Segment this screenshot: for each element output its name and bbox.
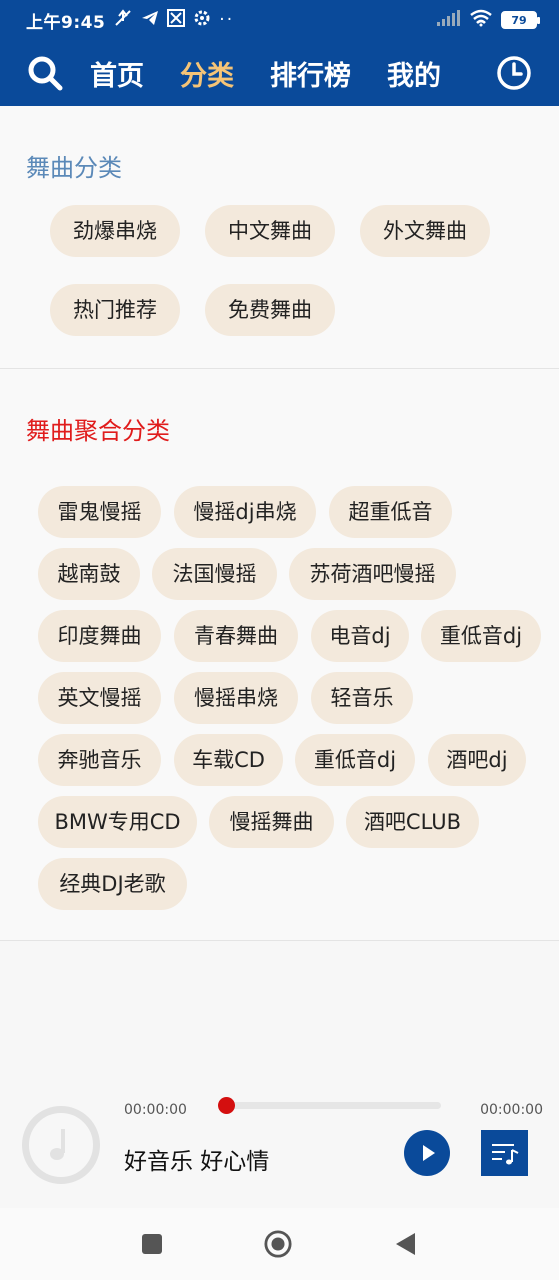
category-chip[interactable]: 劲爆串烧 xyxy=(50,205,180,257)
home-button[interactable] xyxy=(264,1230,292,1258)
wifi-icon xyxy=(469,9,493,32)
song-title: 好音乐 好心情 xyxy=(124,1149,270,1175)
progress-bar[interactable] xyxy=(218,1097,441,1114)
total-time: 00:00:00 xyxy=(480,1102,543,1118)
system-nav-bar xyxy=(0,1208,559,1280)
playlist-icon xyxy=(491,1144,518,1165)
category-chip[interactable]: 免费舞曲 xyxy=(205,284,335,336)
status-bar: 上午9:45 ·· 79 xyxy=(0,0,559,40)
aggregate-category-section: 舞曲聚合分类 雷鬼慢摇 慢摇dj串烧 超重低音 越南鼓 法国慢摇 苏荷酒吧慢摇 … xyxy=(0,369,559,941)
category-chip[interactable]: 轻音乐 xyxy=(311,672,413,724)
play-icon xyxy=(423,1145,435,1161)
category-chip[interactable]: 热门推荐 xyxy=(50,284,180,336)
mini-player: 00:00:00 00:00:00 好音乐 好心情 xyxy=(0,1092,559,1208)
category-chip[interactable]: 法国慢摇 xyxy=(152,548,277,600)
category-chip[interactable]: 印度舞曲 xyxy=(38,610,161,662)
tab-mine[interactable]: 我的 xyxy=(387,54,441,93)
category-chip[interactable]: 青春舞曲 xyxy=(174,610,298,662)
play-button[interactable] xyxy=(404,1130,450,1176)
more-dots-icon: ·· xyxy=(219,10,235,30)
progress-knob[interactable] xyxy=(218,1097,235,1114)
telegram-icon xyxy=(141,9,159,32)
recent-apps-button[interactable] xyxy=(138,1230,166,1258)
tab-home[interactable]: 首页 xyxy=(90,54,144,93)
app-notification-icon xyxy=(167,8,186,32)
tab-category[interactable]: 分类 xyxy=(180,54,234,93)
category-chip[interactable]: 重低音dj xyxy=(421,610,541,662)
category-chip[interactable]: 重低音dj xyxy=(295,734,415,786)
back-button[interactable] xyxy=(392,1230,420,1258)
top-nav: 首页 分类 排行榜 我的 xyxy=(0,44,559,102)
mute-icon xyxy=(113,8,133,33)
category-chip[interactable]: 电音dj xyxy=(311,610,409,662)
category-chip[interactable]: 奔驰音乐 xyxy=(38,734,161,786)
category-chip[interactable]: 苏荷酒吧慢摇 xyxy=(289,548,456,600)
app-header: 上午9:45 ·· 79 首页 分类 排行榜 我的 xyxy=(0,0,559,106)
category-chip[interactable]: BMW专用CD xyxy=(38,796,197,848)
category-chip[interactable]: 车载CD xyxy=(174,734,283,786)
category-chip[interactable]: 中文舞曲 xyxy=(205,205,335,257)
signal-icon xyxy=(437,9,461,31)
dance-category-section: 舞曲分类 劲爆串烧 中文舞曲 外文舞曲 热门推荐 免费舞曲 xyxy=(0,106,559,369)
battery-indicator: 79 xyxy=(501,11,540,29)
search-icon[interactable] xyxy=(26,54,64,92)
category-chip[interactable]: 经典DJ老歌 xyxy=(38,858,187,910)
category-chip[interactable]: 越南鼓 xyxy=(38,548,140,600)
category-chip[interactable]: 雷鬼慢摇 xyxy=(38,486,161,538)
playlist-button[interactable] xyxy=(481,1130,528,1176)
status-time: 上午9:45 xyxy=(26,12,106,33)
clock-icon[interactable] xyxy=(495,54,533,92)
category-chip[interactable]: 慢摇串烧 xyxy=(174,672,298,724)
music-note-icon[interactable] xyxy=(22,1106,100,1184)
category-chip[interactable]: 超重低音 xyxy=(329,486,452,538)
category-chip[interactable]: 英文慢摇 xyxy=(38,672,161,724)
section-title: 舞曲聚合分类 xyxy=(26,417,170,445)
category-chip[interactable]: 外文舞曲 xyxy=(360,205,490,257)
tab-ranking[interactable]: 排行榜 xyxy=(270,54,351,93)
current-time: 00:00:00 xyxy=(124,1102,187,1118)
category-chip[interactable]: 慢摇舞曲 xyxy=(209,796,334,848)
category-chip[interactable]: 酒吧CLUB xyxy=(346,796,479,848)
category-chip[interactable]: 慢摇dj串烧 xyxy=(174,486,316,538)
category-chip[interactable]: 酒吧dj xyxy=(428,734,526,786)
settings-icon xyxy=(193,9,211,32)
section-title: 舞曲分类 xyxy=(26,154,122,182)
